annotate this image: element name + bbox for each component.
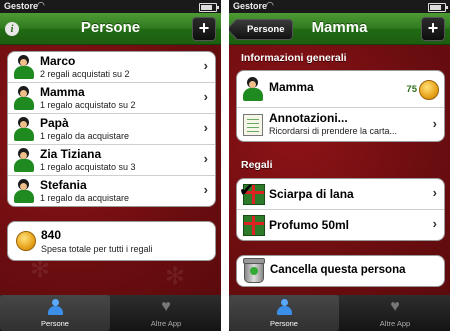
page-title: Persone <box>80 19 141 36</box>
total-label: Spesa totale per tutti i regali <box>41 244 153 254</box>
person-avatar-icon <box>13 55 35 79</box>
tab-label: Altre App <box>379 319 411 328</box>
notes-preview: Ricordarsi di prendere la carta... <box>269 126 398 136</box>
wifi-icon: ◠ <box>266 0 274 10</box>
chevron-right-icon: › <box>432 185 437 200</box>
tab-persone[interactable]: Persone <box>0 295 110 331</box>
status-bar: Gestore ◠ <box>0 0 221 13</box>
chevron-right-icon: › <box>203 89 208 104</box>
total-spending-card: 840 Spesa totale per tutti i regali <box>7 221 216 261</box>
delete-person-button[interactable]: Cancella questa persona <box>236 255 445 287</box>
checkmark-icon: ✔ <box>239 180 255 200</box>
chevron-right-icon: › <box>203 151 208 166</box>
section-header-gifts: Regali <box>241 159 273 171</box>
person-avatar-icon <box>13 148 35 172</box>
snowflake-icon: ✻ <box>165 263 186 290</box>
section-header-general: Informazioni generali <box>241 52 347 64</box>
person-gift-status: 1 regalo da acquistare <box>40 193 130 203</box>
person-detail-screen: ✻ ✻ Gestore ◠ Persone Mamma + Informazio… <box>229 0 450 331</box>
wifi-icon: ◠ <box>37 0 45 10</box>
heart-icon: ♥ <box>161 298 171 315</box>
gift-icon <box>243 215 265 236</box>
tab-persone[interactable]: Persone <box>229 295 339 331</box>
add-gift-button[interactable]: + <box>421 17 445 41</box>
tab-label: Persone <box>41 319 69 328</box>
people-list: Marco 2 regali acquistati su 2 › Mamma 1… <box>7 51 216 207</box>
navigation-bar: Persone Mamma + <box>229 13 450 45</box>
coin-icon <box>16 231 36 251</box>
tab-altre-app[interactable]: ♥ Altre App <box>340 295 450 331</box>
general-info-group: Mamma 75 Annotazioni... Ricordarsi di pr… <box>236 70 445 142</box>
person-avatar-icon <box>242 77 264 101</box>
chevron-right-icon: › <box>432 116 437 131</box>
person-name: Marco <box>40 54 76 68</box>
chevron-right-icon: › <box>432 216 437 231</box>
person-name: Papà <box>40 116 69 130</box>
battery-icon <box>428 3 448 12</box>
list-item[interactable]: Profumo 50ml › <box>237 209 444 240</box>
page-title: Mamma <box>311 19 368 36</box>
person-name: Zia Tiziana <box>40 147 102 161</box>
person-gift-status: 1 regalo da acquistare <box>40 131 130 141</box>
list-item[interactable]: Mamma 1 regalo acquistato su 2 › <box>8 82 215 113</box>
tab-altre-app[interactable]: ♥ Altre App <box>111 295 221 331</box>
list-item[interactable]: Zia Tiziana 1 regalo acquistato su 3 › <box>8 144 215 175</box>
status-bar: Gestore ◠ <box>229 0 450 13</box>
chevron-right-icon: › <box>203 120 208 135</box>
heart-icon: ♥ <box>390 298 400 315</box>
add-person-button[interactable]: + <box>192 17 216 41</box>
budget-value: 75 <box>406 84 417 95</box>
tab-label: Altre App <box>150 319 182 328</box>
people-icon <box>47 299 63 315</box>
person-name: Mamma <box>269 80 314 94</box>
notes-icon <box>243 114 263 136</box>
gift-name: Profumo 50ml <box>269 218 350 232</box>
gifts-list: ✔ Sciarpa di lana › Profumo 50ml › <box>236 178 445 241</box>
person-name: Stefania <box>40 178 87 192</box>
carrier-label: Gestore <box>4 1 39 11</box>
delete-label: Cancella questa persona <box>270 264 406 276</box>
list-item[interactable]: Marco 2 regali acquistati su 2 › <box>8 52 215 82</box>
list-item[interactable]: Stefania 1 regalo da acquistare › <box>8 175 215 206</box>
person-budget-row[interactable]: Mamma 75 <box>237 71 444 107</box>
chevron-right-icon: › <box>203 58 208 73</box>
person-avatar-icon <box>13 86 35 110</box>
person-avatar-icon <box>13 179 35 203</box>
carrier-label: Gestore <box>233 1 268 11</box>
total-amount: 840 <box>41 228 62 242</box>
list-item[interactable]: Papà 1 regalo da acquistare › <box>8 113 215 144</box>
tab-bar: Persone ♥ Altre App <box>229 295 450 331</box>
people-icon <box>276 299 292 315</box>
person-name: Mamma <box>40 85 85 99</box>
trash-icon <box>243 258 265 283</box>
person-avatar-icon <box>13 117 35 141</box>
notes-row[interactable]: Annotazioni... Ricordarsi di prendere la… <box>237 107 444 141</box>
list-item[interactable]: ✔ Sciarpa di lana › <box>237 179 444 209</box>
person-gift-status: 1 regalo acquistato su 3 <box>40 162 136 172</box>
battery-icon <box>199 3 219 12</box>
people-list-screen: ✻ ✻ Gestore ◠ i Persone + Marco 2 regali… <box>0 0 221 331</box>
notes-title: Annotazioni... <box>269 111 348 125</box>
chevron-right-icon: › <box>203 182 208 197</box>
person-gift-status: 1 regalo acquistato su 2 <box>40 100 136 110</box>
person-gift-status: 2 regali acquistati su 2 <box>40 69 130 79</box>
tab-bar: Persone ♥ Altre App <box>0 295 221 331</box>
navigation-bar: i Persone + <box>0 13 221 45</box>
coin-icon <box>419 80 439 100</box>
tab-label: Persone <box>270 319 298 328</box>
gift-name: Sciarpa di lana <box>269 187 354 201</box>
